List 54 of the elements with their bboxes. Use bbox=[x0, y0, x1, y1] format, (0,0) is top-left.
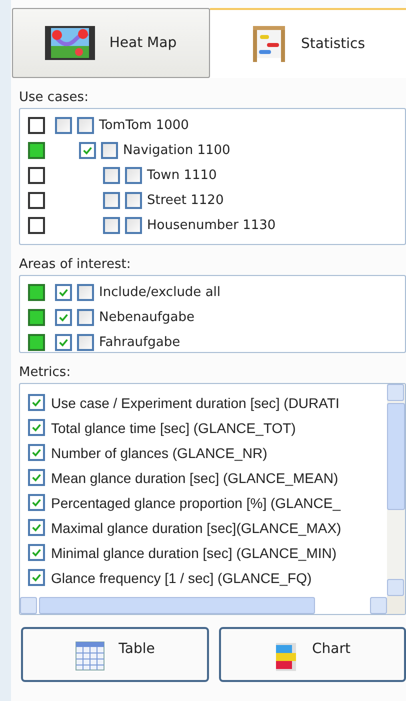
checkbox[interactable] bbox=[79, 142, 96, 159]
button[interactable]: Table bbox=[21, 627, 208, 682]
abacus-icon bbox=[251, 24, 287, 64]
metric-label[interactable]: Maximal glance duration [sec](GLANCE_MAX) bbox=[51, 520, 342, 536]
checkbox[interactable] bbox=[28, 444, 45, 461]
tree-item-label[interactable]: Housenumber 1130 bbox=[147, 218, 276, 233]
tree-item-label[interactable]: Navigation 1100 bbox=[123, 143, 230, 158]
checkbox[interactable] bbox=[125, 167, 142, 184]
checkbox[interactable] bbox=[28, 544, 45, 561]
tree-item-label[interactable]: Nebenaufgabe bbox=[99, 310, 194, 325]
table-icon bbox=[74, 641, 105, 671]
tab[interactable]: Statistics bbox=[210, 8, 406, 78]
tab[interactable]: Heat Map bbox=[12, 8, 210, 78]
checkbox[interactable] bbox=[77, 334, 94, 351]
checkbox[interactable] bbox=[55, 117, 72, 134]
checkbox[interactable] bbox=[28, 494, 45, 511]
metric-label[interactable]: Mean glance duration [sec] (GLANCE_MEAN) bbox=[51, 470, 338, 486]
checkbox[interactable] bbox=[28, 419, 45, 436]
checkbox[interactable] bbox=[125, 217, 142, 234]
tree-item-label[interactable]: TomTom 1000 bbox=[99, 118, 189, 133]
vertical-scrollbar[interactable] bbox=[387, 384, 405, 596]
section-label: Areas of interest: bbox=[19, 257, 132, 272]
metric-label[interactable]: Total glance time [sec] (GLANCE_TOT) bbox=[51, 420, 296, 436]
metric-label[interactable]: Percentaged glance proportion [%] (GLANCE_ bbox=[51, 494, 340, 510]
checkbox[interactable] bbox=[77, 309, 94, 326]
checkbox[interactable] bbox=[28, 469, 45, 486]
tree-item-label[interactable]: Include/exclude all bbox=[99, 285, 221, 300]
checkbox[interactable] bbox=[55, 284, 72, 301]
tree-item-label[interactable]: Fahraufgabe bbox=[99, 335, 180, 350]
metric-label[interactable]: Use case / Experiment duration [sec] (DURATI bbox=[51, 394, 340, 410]
section-label: Metrics: bbox=[19, 365, 72, 380]
checkbox[interactable] bbox=[125, 192, 142, 209]
section-label: Use cases: bbox=[19, 90, 90, 105]
metric-label[interactable]: Number of glances (GLANCE_NR) bbox=[51, 444, 268, 460]
film-icon bbox=[45, 26, 96, 60]
chart-icon bbox=[274, 641, 298, 673]
checkbox[interactable] bbox=[55, 334, 72, 351]
checkbox[interactable] bbox=[103, 167, 120, 184]
checkbox[interactable] bbox=[28, 394, 45, 411]
checkbox[interactable] bbox=[103, 192, 120, 209]
checkbox[interactable] bbox=[77, 284, 94, 301]
checkbox[interactable] bbox=[101, 142, 118, 159]
tree-item-label[interactable]: Street 1120 bbox=[147, 193, 224, 208]
metric-label[interactable]: Minimal glance duration [sec] (GLANCE_MIN) bbox=[51, 544, 337, 560]
checkbox[interactable] bbox=[28, 569, 45, 586]
checkbox[interactable] bbox=[77, 117, 94, 134]
checkbox[interactable] bbox=[28, 519, 45, 536]
metric-label[interactable]: Glance frequency [1 / sec] (GLANCE_FQ) bbox=[51, 570, 312, 586]
horizontal-scrollbar[interactable] bbox=[20, 596, 387, 614]
checkbox[interactable] bbox=[55, 309, 72, 326]
button[interactable]: Chart bbox=[218, 627, 406, 682]
scrollbar-corner bbox=[387, 596, 405, 614]
tree-item-label[interactable]: Town 1110 bbox=[147, 168, 217, 183]
checkbox[interactable] bbox=[103, 217, 120, 234]
